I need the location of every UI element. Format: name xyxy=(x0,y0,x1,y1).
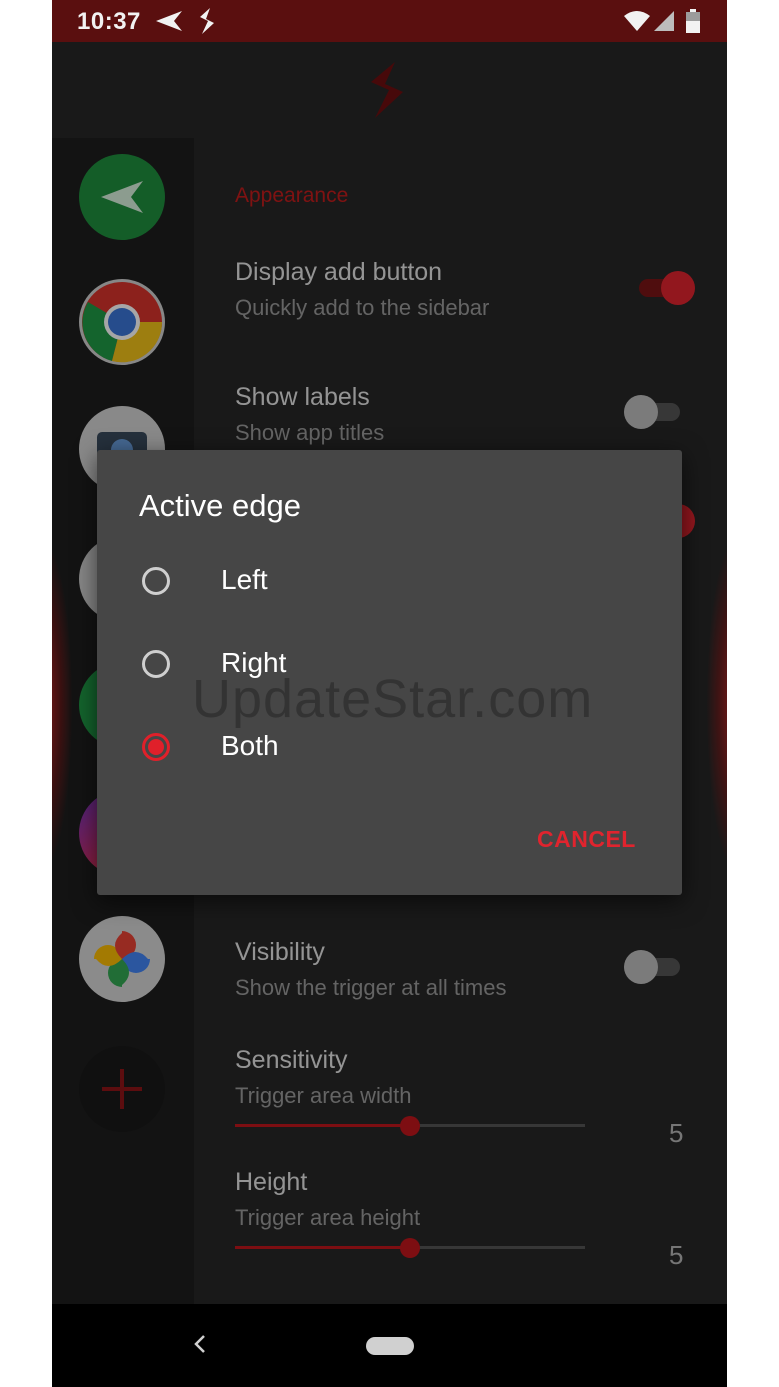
cancel-button[interactable]: CANCEL xyxy=(537,826,636,853)
app-s-logo-icon xyxy=(200,8,214,34)
option-left[interactable]: Left xyxy=(97,548,682,622)
dialog-title: Active edge xyxy=(139,488,301,523)
radio-selected-dot xyxy=(148,739,164,755)
battery-icon xyxy=(686,9,700,33)
radio-right[interactable] xyxy=(142,650,170,678)
watermark: UpdateStar.com xyxy=(192,669,594,729)
phone-screen: 10:37 Appearance Display add button Quic… xyxy=(52,0,727,1387)
cell-signal-icon xyxy=(654,11,674,31)
radio-left[interactable] xyxy=(142,567,170,595)
back-icon[interactable] xyxy=(192,1332,208,1356)
status-bar: 10:37 xyxy=(52,0,727,42)
status-time: 10:37 xyxy=(77,8,141,35)
option-label: Both xyxy=(221,730,279,761)
wifi-icon xyxy=(624,11,650,31)
nav-bar xyxy=(52,1304,727,1387)
send-icon xyxy=(156,11,182,31)
radio-both[interactable] xyxy=(142,733,170,761)
home-pill-icon[interactable] xyxy=(366,1337,414,1355)
option-label: Left xyxy=(221,564,268,595)
